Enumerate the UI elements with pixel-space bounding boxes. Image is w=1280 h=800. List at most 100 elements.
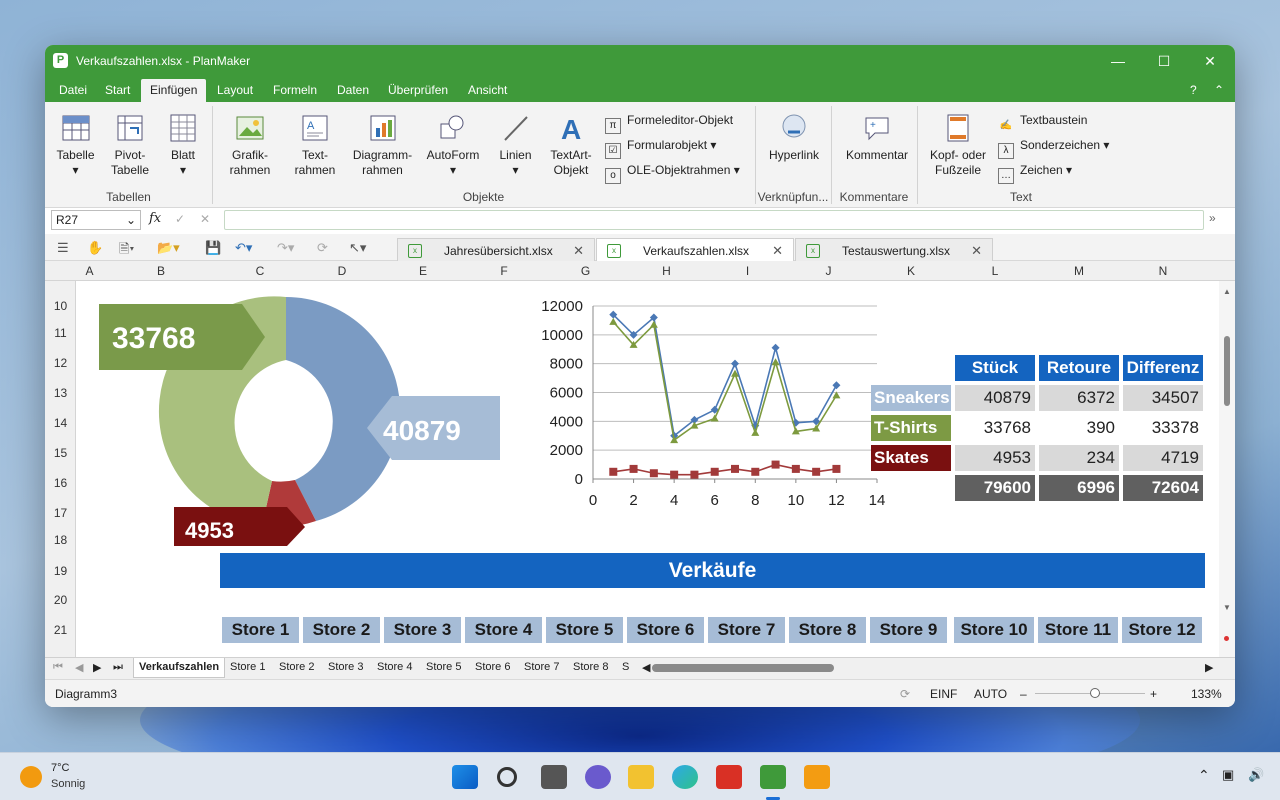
volume-icon[interactable]: 🔊 [1248,767,1264,783]
store-header[interactable]: Store 2 [303,617,380,643]
scroll-down-icon[interactable]: ▼ [1223,603,1231,612]
zoom-out-icon[interactable]: – [1020,687,1027,701]
blatt-button[interactable]: Blatt ▾ [163,112,203,178]
new-file-icon[interactable]: 🗎▾ [119,240,134,262]
next-sheet-icon[interactable]: ▶ [93,661,101,674]
close-button[interactable]: ✕ [1187,45,1233,77]
table-header[interactable]: Stück [955,355,1035,381]
pointer-icon[interactable]: ↖▾ [349,240,366,256]
kopf-fusszeile-button[interactable]: Kopf- oder Fußzeile [923,112,993,178]
row-label-sneakers[interactable]: Sneakers [871,385,951,411]
sonderzeichen-button[interactable]: λ Sonderzeichen ▾ [998,137,1109,159]
col-header[interactable]: B [103,264,219,278]
table-cell[interactable]: 33378 [1123,415,1203,441]
line-chart[interactable]: 0 2000 4000 6000 8000 10000 12000 0 2 4 6 8 10 12 14 [517,281,897,531]
sheet-tab-partial[interactable]: S [622,661,629,673]
search-icon[interactable] [497,767,517,787]
col-header[interactable]: J [788,264,869,278]
col-header[interactable]: G [545,264,626,278]
col-header[interactable]: D [301,264,383,278]
scroll-thumb[interactable] [1224,336,1230,406]
row-header[interactable]: 10 [45,299,76,313]
sheet-tab-store-8[interactable]: Store 8 [573,661,608,673]
total-cell[interactable]: 79600 [955,475,1035,501]
row-label-skates[interactable]: Skates [871,445,951,471]
tabelle-button[interactable]: Tabelle ▾ [53,112,98,178]
sun-icon[interactable] [20,766,42,788]
store-header[interactable]: Store 7 [708,617,785,643]
table-cell[interactable]: 34507 [1123,385,1203,411]
zoom-in-icon[interactable]: + [1150,687,1157,701]
menu-formeln[interactable]: Formeln [273,83,317,97]
presentations-icon[interactable] [804,765,830,789]
menu-layout[interactable]: Layout [217,83,253,97]
save-icon[interactable]: 💾 [205,240,221,256]
row-header[interactable]: 12 [45,356,76,370]
hscroll-right-icon[interactable]: ▶ [1205,661,1213,674]
store-header[interactable]: Store 11 [1038,617,1118,643]
menu-daten[interactable]: Daten [337,83,369,97]
textmaker-icon[interactable] [716,765,742,789]
table-header[interactable]: Retoure [1039,355,1119,381]
table-cell[interactable]: 4953 [955,445,1035,471]
store-header[interactable]: Store 10 [954,617,1034,643]
sheet-tab-verkaufszahlen[interactable]: Verkaufszahlen [133,658,226,678]
fx-icon[interactable]: fx [149,211,161,226]
store-header[interactable]: Store 4 [465,617,542,643]
close-tab-icon[interactable]: ✕ [971,243,982,259]
vertical-scrollbar[interactable]: ▲ ▼ [1219,281,1235,657]
row-header[interactable]: 11 [45,326,76,340]
close-tab-icon[interactable]: ✕ [772,243,783,259]
table-cell[interactable]: 390 [1039,415,1119,441]
zeichen-button[interactable]: … Zeichen ▾ [998,162,1072,184]
col-header[interactable]: A [76,264,103,278]
minimize-button[interactable]: — [1095,45,1141,77]
repeat-icon[interactable]: ⟳ [317,240,328,256]
menu-start[interactable]: Start [105,83,130,97]
formularobjekt-button[interactable]: ☑ Formularobjekt ▾ [605,137,716,159]
hand-icon[interactable]: ✋ [87,240,103,256]
store-header[interactable]: Store 1 [222,617,299,643]
doc-tab-testauswertung[interactable]: x Testauswertung.xlsx ✕ [795,238,993,261]
confirm-icon[interactable]: ✓ [175,212,185,226]
planmaker-taskbar-icon[interactable] [760,765,786,789]
row-header[interactable]: 20 [45,593,76,607]
record-icon[interactable] [1224,636,1229,641]
linien-button[interactable]: Linien ▾ [493,112,538,178]
chat-icon[interactable] [585,765,611,789]
kommentar-button[interactable]: + Kommentar [837,112,917,163]
donut-chart[interactable]: 33768 40879 4953 [77,281,517,551]
diagrammrahmen-button[interactable]: Diagramm- rahmen [350,112,415,178]
open-folder-icon[interactable]: 📂▾ [157,240,180,256]
col-header[interactable]: K [869,264,953,278]
first-sheet-icon[interactable]: ⏮ [53,661,63,674]
cancel-icon[interactable]: ✕ [200,212,210,226]
table-cell[interactable]: 234 [1039,445,1119,471]
total-cell[interactable]: 6996 [1039,475,1119,501]
hscroll-thumb[interactable] [652,664,834,672]
store-header[interactable]: Store 9 [870,617,947,643]
edge-icon[interactable] [672,765,698,789]
menu-einfuegen[interactable]: Einfügen [141,79,207,102]
collapse-ribbon-icon[interactable]: ⌃ [1214,83,1224,97]
sheet-tab-store-5[interactable]: Store 5 [426,661,461,673]
tray-chevron-icon[interactable]: ⌃ [1198,767,1210,784]
table-cell[interactable]: 33768 [955,415,1035,441]
autoform-button[interactable]: AutoForm ▾ [423,112,483,178]
ole-button[interactable]: o OLE-Objektrahmen ▾ [605,162,740,184]
total-cell[interactable]: 72604 [1123,475,1203,501]
textart-button[interactable]: A TextArt- Objekt [545,112,597,178]
sheet-tab-store-2[interactable]: Store 2 [279,661,314,673]
table-header[interactable]: Differenz [1123,355,1203,381]
row-header[interactable]: 15 [45,446,76,460]
col-header[interactable]: M [1037,264,1121,278]
sheet-tab-store-7[interactable]: Store 7 [524,661,559,673]
hscroll-left-icon[interactable]: ◀ [642,661,650,674]
explorer-icon[interactable] [628,765,654,789]
menu-ansicht[interactable]: Ansicht [468,83,507,97]
row-header[interactable]: 19 [45,564,76,578]
row-header[interactable]: 16 [45,476,76,490]
last-sheet-icon[interactable]: ⏭ [113,661,123,674]
undo-icon[interactable]: ↶▾ [235,240,252,256]
row-label-tshirts[interactable]: T-Shirts [871,415,951,441]
